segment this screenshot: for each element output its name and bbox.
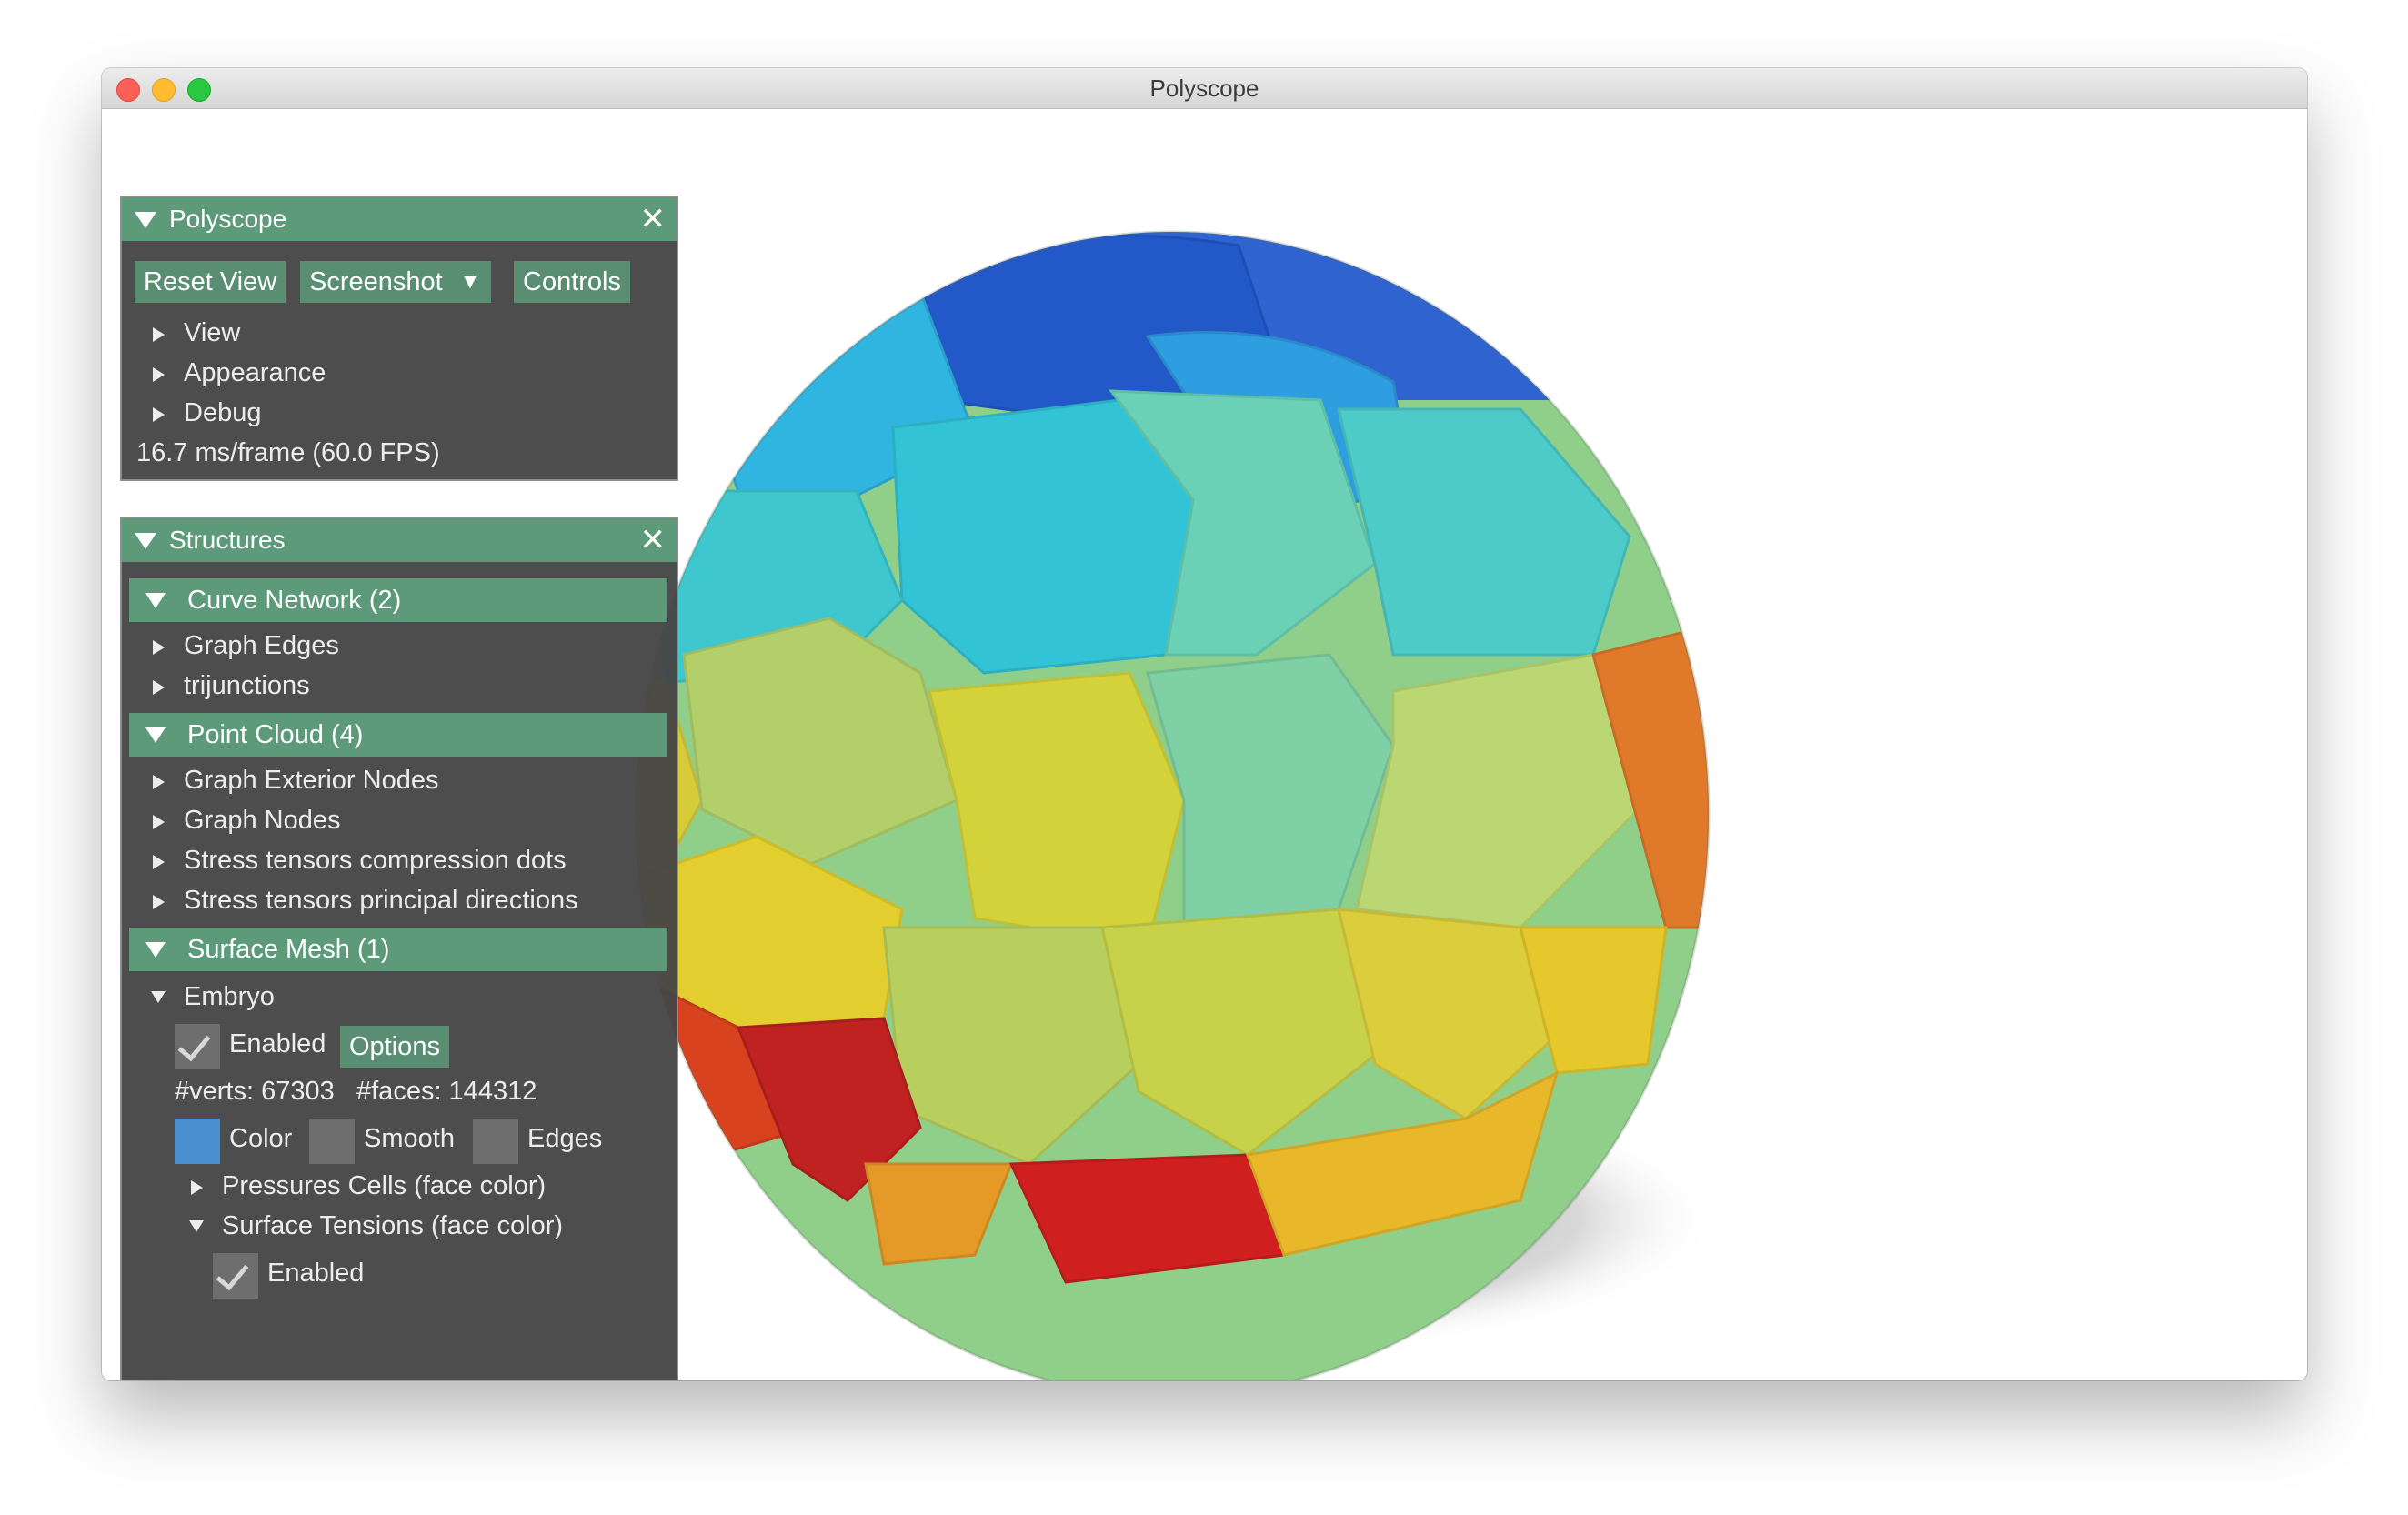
tree-item-appearance[interactable]: Appearance (184, 358, 326, 388)
collapse-triangle-icon[interactable] (135, 533, 156, 549)
tree-item-graph-nodes[interactable]: Graph Nodes (184, 806, 341, 836)
title-bar[interactable]: Polyscope (102, 68, 2307, 109)
quantity-pressures-cells[interactable]: Pressures Cells (face color) (222, 1171, 546, 1201)
surface-mesh-header[interactable]: Surface Mesh (1) (129, 928, 667, 971)
smooth-shade-checkbox[interactable] (309, 1119, 355, 1164)
screenshot-options-chevron-icon[interactable]: ▼ (449, 261, 491, 303)
structures-panel-header[interactable]: Structures ✕ (122, 518, 677, 562)
expand-icon[interactable] (153, 640, 165, 655)
quantity-surface-tensions[interactable]: Surface Tensions (face color) (222, 1211, 563, 1241)
surface-tensions-enabled-checkbox[interactable] (213, 1253, 258, 1299)
expand-icon[interactable] (153, 855, 165, 869)
close-panel-icon[interactable]: ✕ (640, 197, 667, 241)
smooth-label: Smooth (364, 1124, 455, 1153)
tree-item-embryo[interactable]: Embryo (184, 982, 275, 1012)
expand-icon[interactable] (191, 1180, 203, 1195)
tree-item-trijunctions[interactable]: trijunctions (184, 671, 310, 701)
expand-appearance-icon[interactable] (153, 367, 165, 382)
tree-item-graph-edges[interactable]: Graph Edges (184, 631, 339, 661)
controls-button[interactable]: Controls (514, 261, 630, 303)
collapse-icon[interactable] (151, 991, 166, 1003)
expand-icon[interactable] (153, 775, 165, 789)
tree-item-debug[interactable]: Debug (184, 398, 261, 428)
edges-label: Edges (527, 1124, 603, 1153)
polyscope-panel: Polyscope ✕ Reset View Screenshot ▼ Cont… (120, 196, 678, 481)
enabled-label: Enabled (267, 1259, 365, 1288)
options-button[interactable]: Options (340, 1026, 449, 1068)
tree-item-view[interactable]: View (184, 318, 240, 348)
collapse-triangle-icon[interactable] (145, 593, 166, 608)
section-title: Point Cloud (4) (187, 720, 364, 749)
collapse-triangle-icon[interactable] (145, 727, 166, 743)
app-window: Polyscope Polyscope ✕ Reset View Screens… (102, 68, 2307, 1380)
reset-view-button[interactable]: Reset View (135, 261, 286, 303)
edges-checkbox[interactable] (473, 1119, 518, 1164)
panel-title: Structures (169, 526, 286, 554)
tree-item-stress-compression-dots[interactable]: Stress tensors compression dots (184, 846, 567, 876)
expand-debug-icon[interactable] (153, 407, 165, 422)
tree-item-stress-principal-directions[interactable]: Stress tensors principal directions (184, 886, 578, 916)
section-title: Surface Mesh (1) (187, 935, 390, 964)
structures-panel: Structures ✕ Curve Network (2) Graph Edg… (120, 517, 678, 1380)
collapse-icon[interactable] (189, 1220, 204, 1232)
screenshot-button[interactable]: Screenshot (300, 261, 452, 303)
enabled-label: Enabled (229, 1029, 326, 1058)
expand-icon[interactable] (153, 680, 165, 695)
panel-title: Polyscope (169, 205, 287, 233)
section-title: Curve Network (2) (187, 586, 402, 615)
3d-viewport[interactable]: Polyscope ✕ Reset View Screenshot ▼ Cont… (102, 109, 2307, 1380)
collapse-triangle-icon[interactable] (145, 942, 166, 958)
checkmark-icon (177, 1027, 211, 1062)
faces-count: #faces: 144312 (356, 1077, 537, 1106)
color-label: Color (229, 1124, 293, 1153)
expand-view-icon[interactable] (153, 327, 165, 342)
checkmark-icon (216, 1256, 249, 1291)
curve-network-header[interactable]: Curve Network (2) (129, 578, 667, 622)
window-title: Polyscope (1149, 75, 1259, 102)
mesh-color-swatch[interactable] (175, 1119, 220, 1164)
collapse-triangle-icon[interactable] (135, 212, 156, 228)
embryo-enabled-checkbox[interactable] (175, 1024, 220, 1069)
fps-readout: 16.7 ms/frame (60.0 FPS) (136, 438, 440, 467)
expand-icon[interactable] (153, 815, 165, 829)
point-cloud-header[interactable]: Point Cloud (4) (129, 713, 667, 757)
tree-item-graph-exterior-nodes[interactable]: Graph Exterior Nodes (184, 766, 438, 796)
polyscope-panel-header[interactable]: Polyscope ✕ (122, 197, 677, 241)
close-panel-icon[interactable]: ✕ (640, 518, 667, 562)
expand-icon[interactable] (153, 895, 165, 909)
verts-count: #verts: 67303 (175, 1077, 335, 1106)
